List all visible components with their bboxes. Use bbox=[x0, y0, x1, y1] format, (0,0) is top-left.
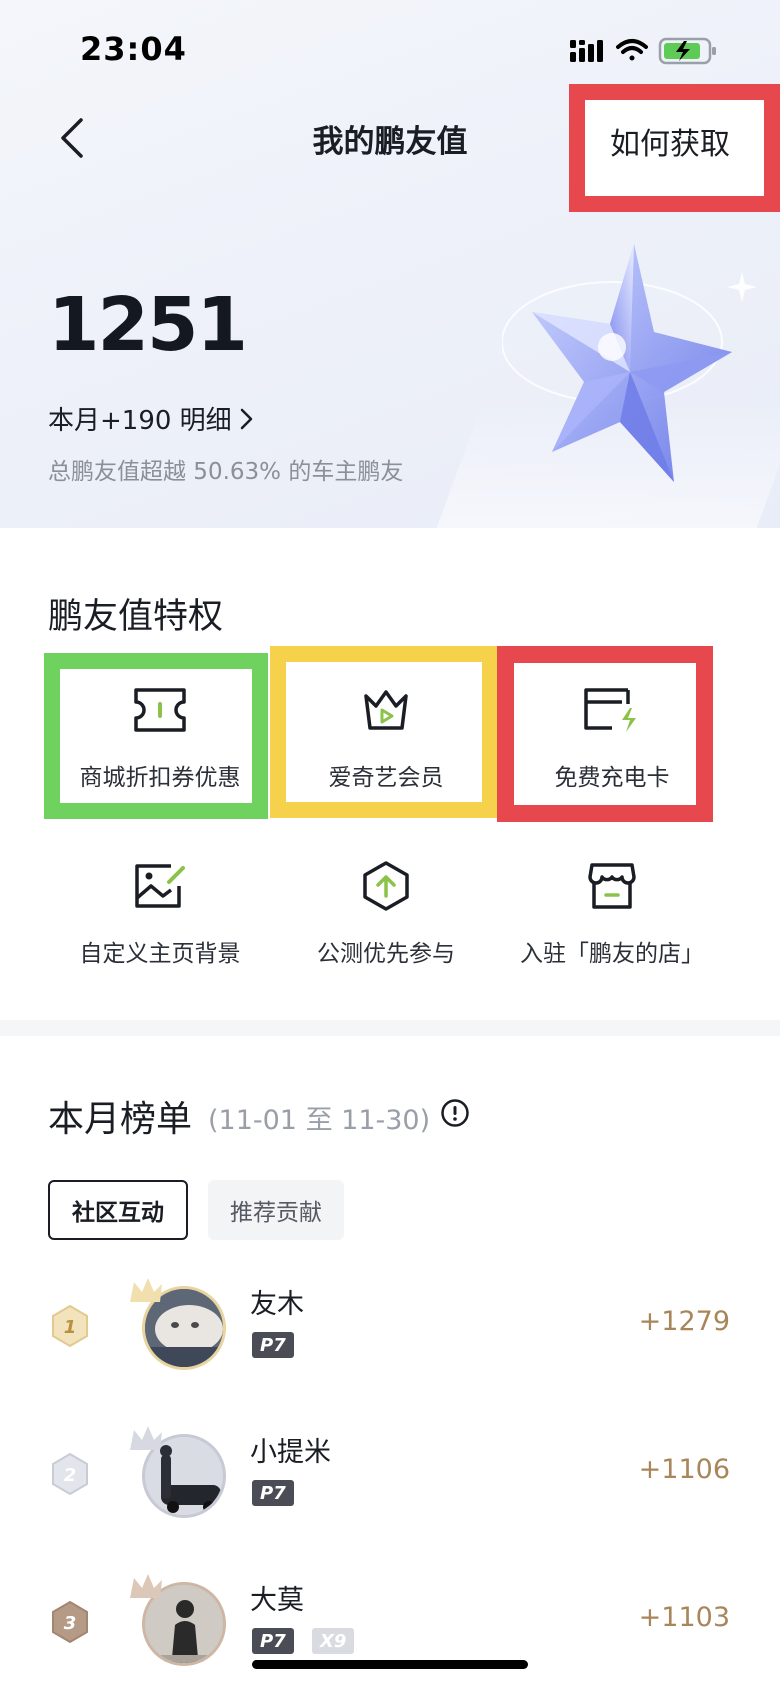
battery-icon bbox=[658, 37, 716, 65]
rank-medal-bronze-icon: 3 bbox=[52, 1600, 88, 1644]
svg-text:1: 1 bbox=[64, 1317, 77, 1338]
svg-text:3: 3 bbox=[64, 1613, 77, 1634]
store-icon bbox=[582, 856, 642, 916]
section-divider bbox=[0, 1020, 780, 1036]
privilege-label: 爱奇艺会员 bbox=[328, 765, 444, 791]
car-badge: P7 bbox=[252, 1332, 294, 1358]
privilege-coupon[interactable]: 商城折扣券优惠 bbox=[50, 672, 270, 812]
info-icon[interactable] bbox=[440, 1098, 470, 1128]
user-score: +1103 bbox=[638, 1602, 730, 1633]
crown-play-icon bbox=[356, 680, 416, 740]
privilege-store[interactable]: 入驻「鹏友的店」 bbox=[502, 848, 722, 988]
privileges-title: 鹏友值特权 bbox=[48, 597, 224, 637]
ranking-row[interactable]: 2 小提米 P7 +1106 bbox=[0, 1416, 780, 1536]
privilege-label: 商城折扣券优惠 bbox=[79, 765, 241, 791]
crown-icon bbox=[130, 1574, 162, 1598]
privilege-label: 自定义主页背景 bbox=[79, 941, 241, 967]
crown-icon bbox=[130, 1426, 162, 1450]
signal-icon bbox=[570, 40, 603, 62]
rank-medal-gold-icon: 1 bbox=[52, 1304, 88, 1348]
chevron-right-icon bbox=[240, 408, 252, 429]
month-detail-label: 本月+190 明细 bbox=[48, 406, 232, 436]
home-indicator[interactable] bbox=[252, 1660, 528, 1669]
status-icons bbox=[570, 37, 716, 65]
how-to-get-button[interactable]: 如何获取 bbox=[570, 86, 770, 196]
image-edit-icon bbox=[130, 856, 190, 916]
crown-icon bbox=[130, 1278, 162, 1302]
coupon-icon bbox=[130, 680, 190, 740]
tab-referral[interactable]: 推荐贡献 bbox=[208, 1180, 344, 1240]
privilege-beta-access[interactable]: 公测优先参与 bbox=[276, 848, 496, 988]
car-badge: P7 bbox=[252, 1480, 294, 1506]
rank-medal-silver-icon: 2 bbox=[52, 1452, 88, 1496]
privilege-label: 入驻「鹏友的店」 bbox=[520, 941, 704, 967]
svg-text:2: 2 bbox=[64, 1465, 77, 1486]
car-badge: P7 bbox=[252, 1628, 294, 1654]
crystal-star-icon bbox=[502, 244, 757, 482]
ranking-range: (11-01 至 11-30) bbox=[208, 1105, 431, 1136]
privilege-custom-background[interactable]: 自定义主页背景 bbox=[50, 848, 270, 988]
hero-section: 23:04 我的鹏友值 1251 本月+190 明细 总鹏友值超越 50.63%… bbox=[0, 0, 780, 528]
percentile-text: 总鹏友值超越 50.63% 的车主鹏友 bbox=[48, 459, 404, 485]
status-time: 23:04 bbox=[80, 30, 187, 68]
user-score: +1106 bbox=[638, 1454, 730, 1485]
privilege-iqiyi[interactable]: 爱奇艺会员 bbox=[276, 672, 496, 812]
user-score: +1279 bbox=[638, 1306, 730, 1337]
month-detail-link[interactable]: 本月+190 明细 bbox=[48, 400, 254, 437]
user-name: 小提米 bbox=[250, 1437, 331, 1468]
privilege-label: 免费充电卡 bbox=[554, 765, 670, 791]
user-name: 友木 bbox=[250, 1289, 304, 1320]
privilege-charge-card[interactable]: 免费充电卡 bbox=[502, 672, 722, 812]
tab-community[interactable]: 社区互动 bbox=[48, 1180, 188, 1240]
car-badge: X9 bbox=[312, 1628, 355, 1654]
ranking-title: 本月榜单 bbox=[48, 1099, 193, 1140]
upload-hexagon-icon bbox=[356, 856, 416, 916]
user-name: 大莫 bbox=[250, 1585, 304, 1616]
charge-card-icon bbox=[582, 680, 642, 740]
wifi-icon bbox=[616, 39, 648, 61]
privilege-label: 公测优先参与 bbox=[317, 941, 455, 967]
score-value: 1251 bbox=[48, 282, 248, 368]
ranking-row[interactable]: 1 友木 P7 +1279 bbox=[0, 1268, 780, 1388]
